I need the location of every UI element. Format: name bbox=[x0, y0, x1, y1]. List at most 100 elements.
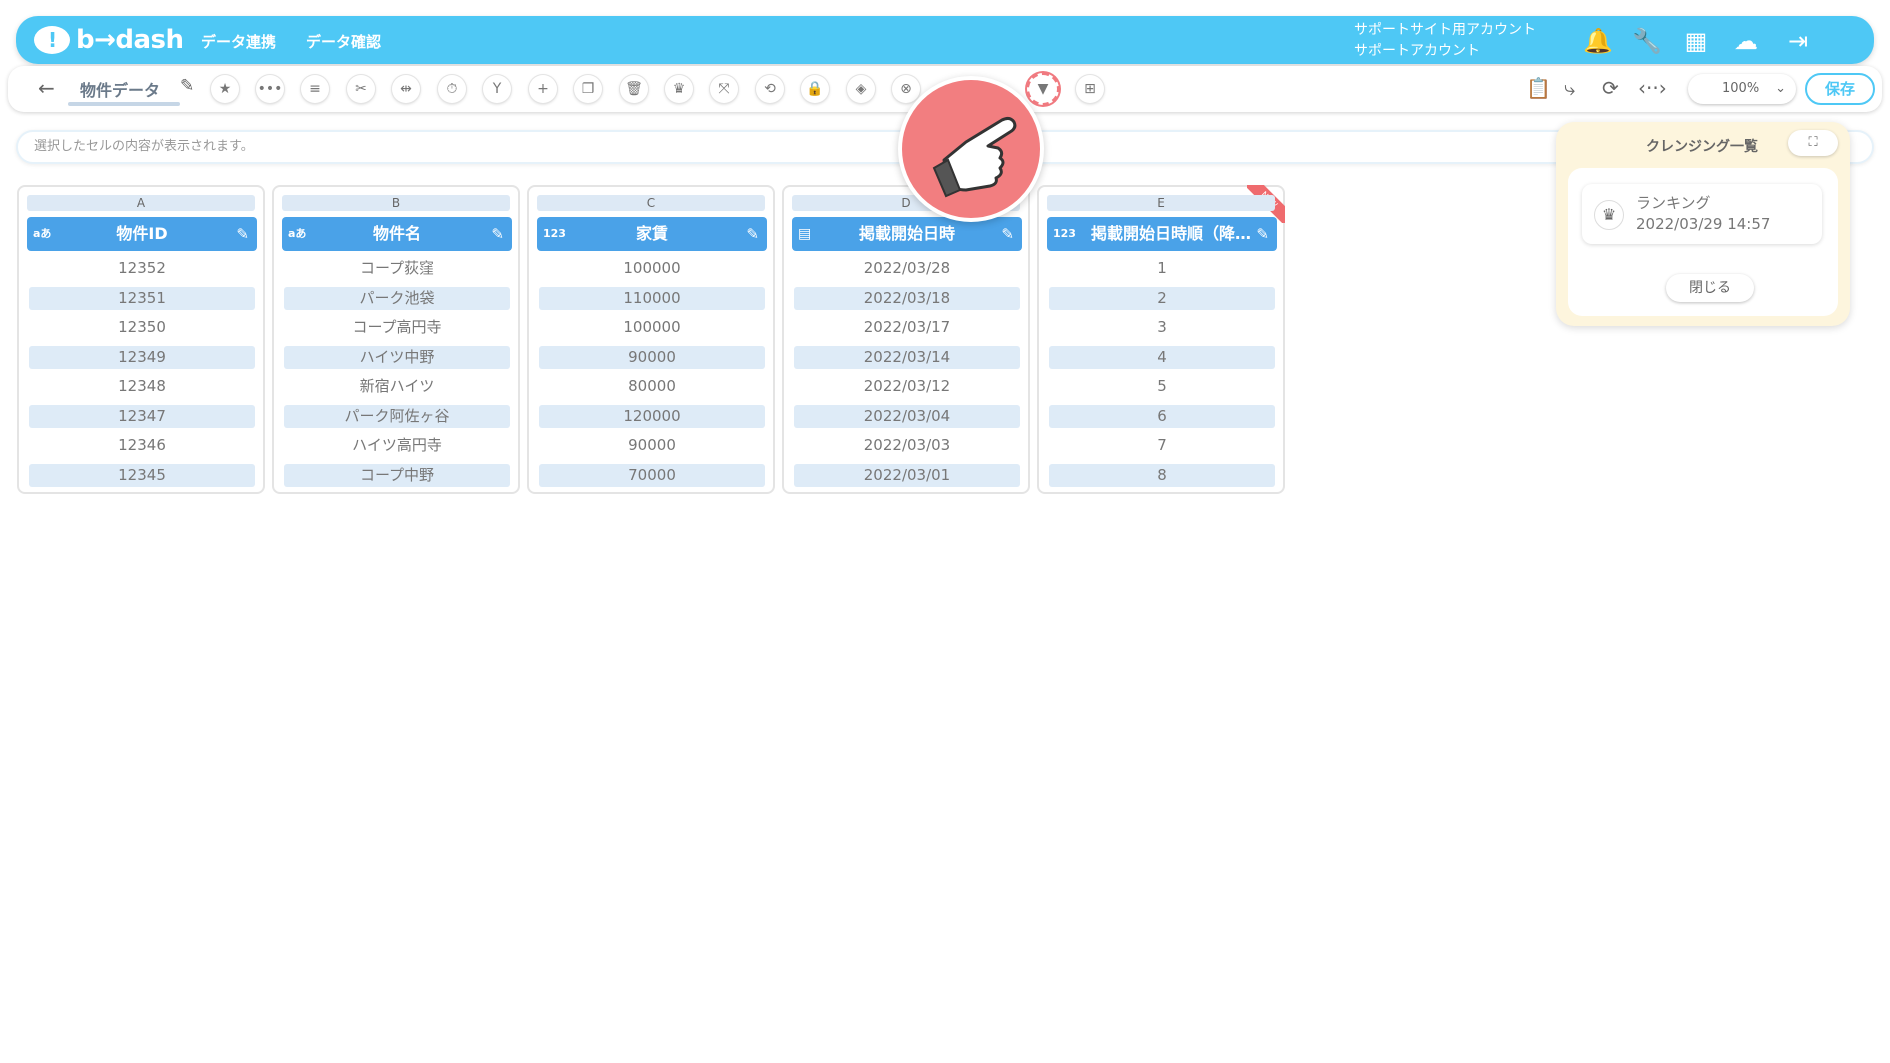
table-cell[interactable]: 100000 bbox=[539, 257, 765, 280]
table-cell[interactable]: 12349 bbox=[29, 346, 255, 369]
cleansing-item[interactable]: ♛ ランキング 2022/03/29 14:57 bbox=[1582, 184, 1822, 244]
table-cell[interactable]: 2 bbox=[1049, 287, 1275, 310]
hand-graphic bbox=[932, 116, 1017, 198]
table-cell[interactable]: 70000 bbox=[539, 464, 765, 487]
refresh-icon[interactable]: ⟳ bbox=[1602, 76, 1619, 100]
grid-icon[interactable]: ⊞ bbox=[1076, 75, 1104, 103]
table-cell[interactable]: コープ高円寺 bbox=[284, 316, 510, 339]
table-cell[interactable]: 2022/03/04 bbox=[794, 405, 1020, 428]
table-cell[interactable]: 12346 bbox=[29, 434, 255, 457]
table-cell[interactable]: 3 bbox=[1049, 316, 1275, 339]
table-cell[interactable]: 5 bbox=[1049, 375, 1275, 398]
table-cell[interactable]: 12351 bbox=[29, 287, 255, 310]
table-cell[interactable]: 4 bbox=[1049, 346, 1275, 369]
column-header[interactable]: 123 家賃 ✎ bbox=[537, 217, 767, 251]
table-cell[interactable]: ハイツ中野 bbox=[284, 346, 510, 369]
column-header[interactable]: aあ 物件名 ✎ bbox=[282, 217, 512, 251]
column-c[interactable]: C 123 家賃 ✎ 100000 110000 100000 90000 80… bbox=[527, 185, 775, 494]
crown-icon[interactable]: ♛ bbox=[665, 75, 693, 103]
edit-pencil-icon[interactable]: ✎ bbox=[491, 217, 504, 251]
column-letter[interactable]: C bbox=[537, 195, 765, 211]
table-cell[interactable]: 2022/03/28 bbox=[794, 257, 1020, 280]
table-cell[interactable]: 8 bbox=[1049, 464, 1275, 487]
sheet-name[interactable]: 物件データ bbox=[80, 77, 160, 101]
nav-data-link[interactable]: データ連携 bbox=[201, 31, 276, 52]
table-cell[interactable]: 120000 bbox=[539, 405, 765, 428]
table-cell[interactable]: 12348 bbox=[29, 375, 255, 398]
lock-icon[interactable]: 🔒 bbox=[801, 75, 829, 103]
table-cell[interactable]: 12352 bbox=[29, 257, 255, 280]
table-cell[interactable]: コープ中野 bbox=[284, 464, 510, 487]
table-cell[interactable]: パーク阿佐ヶ谷 bbox=[284, 405, 510, 428]
table-cell[interactable]: 1 bbox=[1049, 257, 1275, 280]
table-cell[interactable]: 100000 bbox=[539, 316, 765, 339]
table-cell[interactable]: 2022/03/01 bbox=[794, 464, 1020, 487]
code-icon[interactable]: ‹··› bbox=[1638, 76, 1667, 100]
table-cell[interactable]: 90000 bbox=[539, 434, 765, 457]
table-cell[interactable]: 7 bbox=[1049, 434, 1275, 457]
column-header[interactable]: 123 掲載開始日時順（降… ✎ bbox=[1047, 217, 1277, 251]
table-cell[interactable]: コープ荻窪 bbox=[284, 257, 510, 280]
save-button[interactable]: 保存 bbox=[1805, 73, 1875, 105]
wrench-icon[interactable]: 🔧 bbox=[1632, 28, 1662, 54]
column-letter[interactable]: B bbox=[282, 195, 510, 211]
bell-icon[interactable]: 🔔 bbox=[1583, 28, 1613, 54]
logout-icon[interactable]: ⇥ bbox=[1784, 28, 1812, 54]
back-arrow-icon[interactable]: ← bbox=[38, 76, 55, 100]
expand-icon[interactable]: ⤧ bbox=[710, 75, 738, 103]
table-cell[interactable]: 6 bbox=[1049, 405, 1275, 428]
table-cell[interactable]: 2022/03/17 bbox=[794, 316, 1020, 339]
column-name: 家賃 bbox=[635, 224, 668, 243]
split-icon[interactable]: ⇹ bbox=[392, 75, 420, 103]
account-name: サポートサイト用アカウント bbox=[1354, 22, 1536, 38]
merge-icon[interactable]: Y bbox=[483, 75, 511, 103]
repeat-icon[interactable]: ⟲ bbox=[756, 75, 784, 103]
timer-icon[interactable]: ⏱ bbox=[438, 75, 466, 103]
column-header[interactable]: aあ 物件ID ✎ bbox=[27, 217, 257, 251]
table-cell[interactable]: 2022/03/12 bbox=[794, 375, 1020, 398]
table-cell[interactable]: 90000 bbox=[539, 346, 765, 369]
account-info[interactable]: サポートサイト用アカウント サポートアカウント bbox=[1354, 20, 1536, 62]
table-cell[interactable]: 110000 bbox=[539, 287, 765, 310]
column-letter[interactable]: E bbox=[1047, 195, 1275, 211]
column-header[interactable]: ▤ 掲載開始日時 ✎ bbox=[792, 217, 1022, 251]
apps-grid-icon[interactable]: ▦ bbox=[1682, 28, 1710, 54]
scissors-icon[interactable]: ✂ bbox=[347, 75, 375, 103]
edit-pencil-icon[interactable]: ✎ bbox=[236, 217, 249, 251]
plus-icon[interactable]: + bbox=[529, 75, 557, 103]
column-letter[interactable]: A bbox=[27, 195, 255, 211]
box-icon[interactable]: ◈ bbox=[847, 75, 875, 103]
table-cell[interactable]: 新宿ハイツ bbox=[284, 375, 510, 398]
table-cell[interactable]: 2022/03/18 bbox=[794, 287, 1020, 310]
copy-icon[interactable]: ❐ bbox=[574, 75, 602, 103]
nav-data-check[interactable]: データ確認 bbox=[306, 31, 381, 52]
edit-pencil-icon[interactable]: ✎ bbox=[1256, 217, 1269, 251]
table-cell[interactable]: 12345 bbox=[29, 464, 255, 487]
column-a[interactable]: A aあ 物件ID ✎ 12352 12351 12350 12349 1234… bbox=[17, 185, 265, 494]
table-cell[interactable]: パーク池袋 bbox=[284, 287, 510, 310]
star-icon[interactable]: ★ bbox=[211, 75, 239, 103]
close-button[interactable]: 閉じる bbox=[1666, 274, 1754, 302]
table-cell[interactable]: ハイツ高円寺 bbox=[284, 434, 510, 457]
table-cell[interactable]: 2022/03/03 bbox=[794, 434, 1020, 457]
zoom-select[interactable]: 100% ⌄ bbox=[1688, 74, 1796, 104]
fullscreen-icon[interactable]: ⛶ bbox=[1788, 130, 1838, 156]
more-icon[interactable]: ••• bbox=[256, 75, 284, 103]
rename-pencil-icon[interactable]: ✎ bbox=[180, 76, 194, 96]
column-d[interactable]: D ▤ 掲載開始日時 ✎ 2022/03/28 2022/03/18 2022/… bbox=[782, 185, 1030, 494]
trash-icon[interactable]: 🗑 bbox=[620, 75, 648, 103]
table-cell[interactable]: 12347 bbox=[29, 405, 255, 428]
share-icon[interactable]: ⤷ bbox=[1564, 76, 1575, 100]
table-cell[interactable]: 2022/03/14 bbox=[794, 346, 1020, 369]
edit-pencil-icon[interactable]: ✎ bbox=[746, 217, 759, 251]
app-logo[interactable]: b→dash bbox=[34, 24, 184, 56]
column-e[interactable]: NEW E 123 掲載開始日時順（降… ✎ 1 2 3 4 5 6 7 8 bbox=[1037, 185, 1285, 494]
clipboard-icon[interactable]: 📋 bbox=[1526, 76, 1551, 100]
edit-pencil-icon[interactable]: ✎ bbox=[1001, 217, 1014, 251]
table-cell[interactable]: 80000 bbox=[539, 375, 765, 398]
column-b[interactable]: B aあ 物件名 ✎ コープ荻窪 パーク池袋 コープ高円寺 ハイツ中野 新宿ハイ… bbox=[272, 185, 520, 494]
list-icon[interactable]: ≡ bbox=[301, 75, 329, 103]
table-cell[interactable]: 12350 bbox=[29, 316, 255, 339]
account-user: サポートアカウント bbox=[1354, 43, 1480, 59]
mascot-icon[interactable]: ☁ bbox=[1732, 28, 1760, 54]
